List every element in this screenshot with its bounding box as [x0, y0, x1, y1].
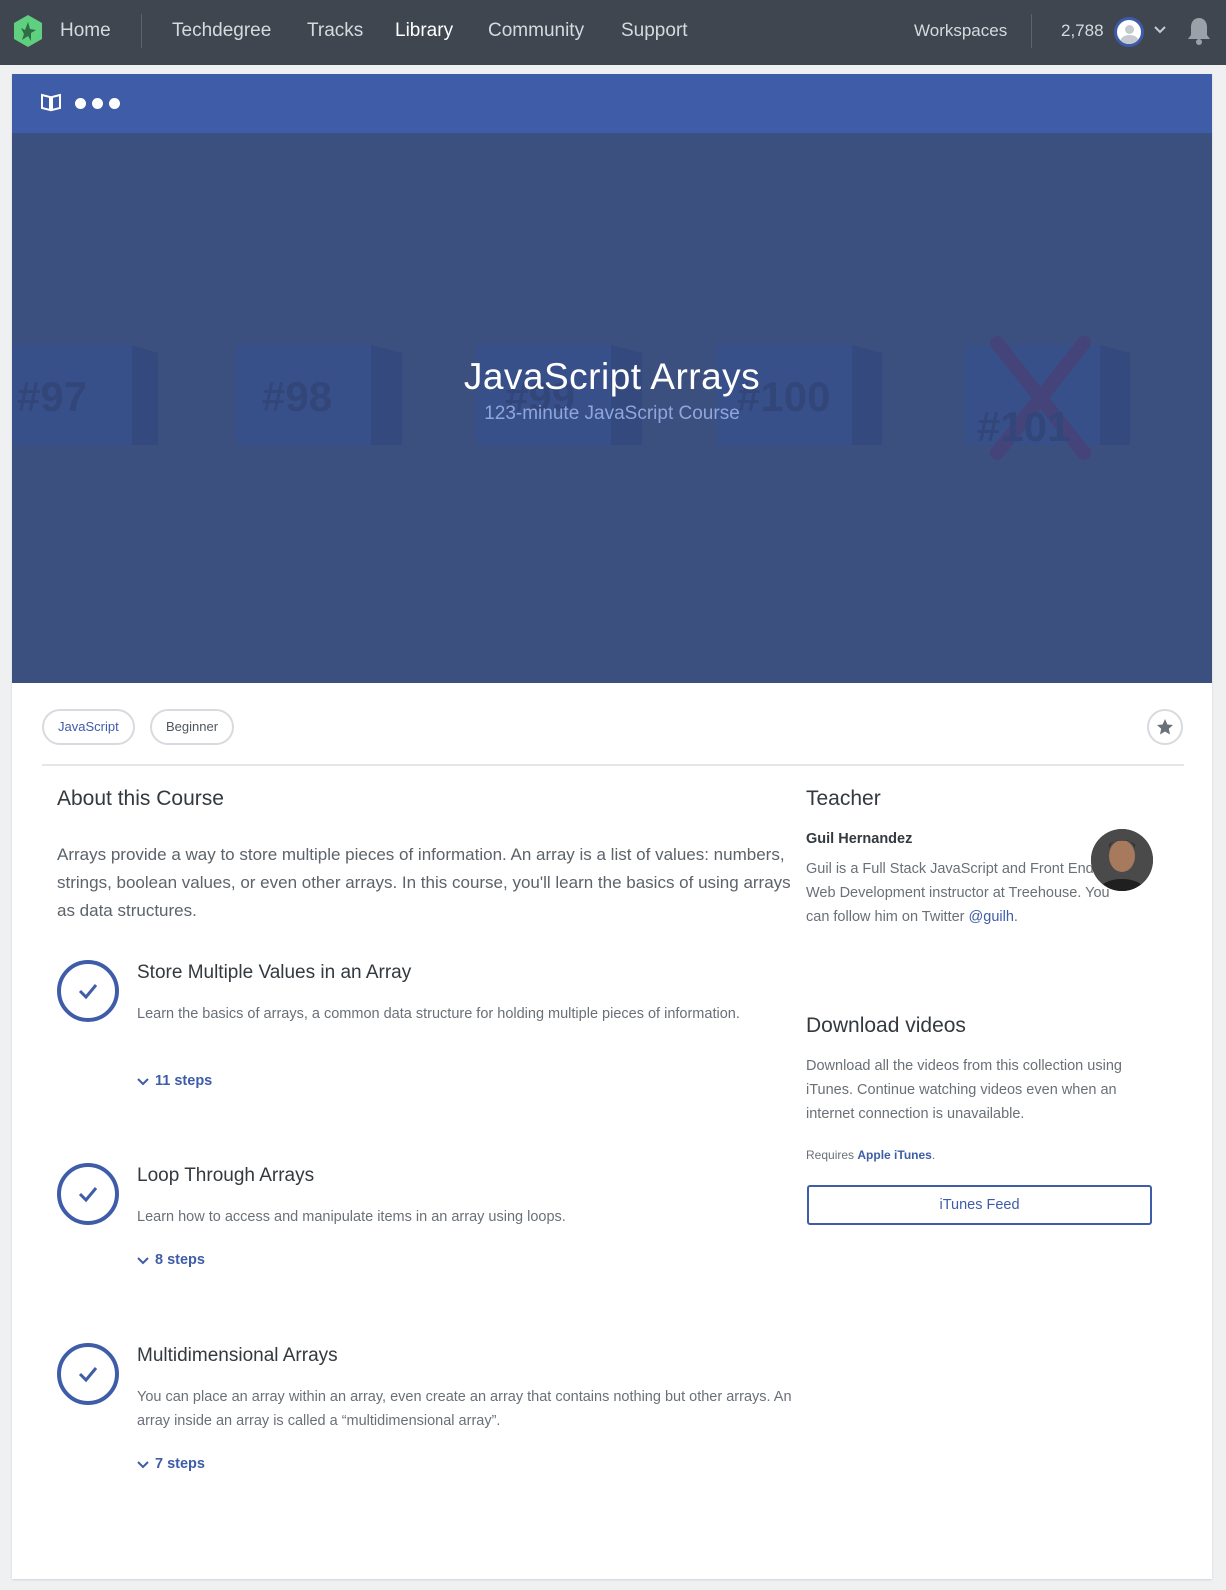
course-title: JavaScript Arrays — [463, 356, 761, 397]
nav-home[interactable]: Home — [60, 0, 111, 62]
stage-complete-badge[interactable] — [57, 1343, 119, 1405]
requires-label: Requires — [806, 1148, 855, 1162]
nav-workspaces[interactable]: Workspaces — [914, 0, 1007, 62]
course-subtitle: 123-minute JavaScript Course — [484, 403, 740, 424]
teacher-avatar[interactable] — [1091, 829, 1153, 891]
stage-item: Loop Through Arrays Learn how to access … — [57, 1163, 797, 1283]
stage-title[interactable]: Store Multiple Values in an Array — [137, 962, 411, 984]
stage-steps-count: 11 steps — [155, 1073, 213, 1089]
stage-description: Learn the basics of arrays, a common dat… — [137, 1006, 740, 1022]
course-hero: #97 #98 #99 #100 #101 JavaScript Arrays … — [12, 133, 1212, 683]
stage-complete-badge[interactable] — [57, 960, 119, 1022]
stage-title[interactable]: Loop Through Arrays — [137, 1165, 314, 1187]
about-text: Arrays provide a way to store multiple p… — [57, 845, 791, 920]
nav-support[interactable]: Support — [621, 0, 688, 62]
download-requirements: Requires Apple iTunes. — [806, 1148, 936, 1162]
teacher-bio-text: Guil is a Full Stack JavaScript and Fron… — [806, 861, 1110, 925]
section-divider — [42, 764, 1184, 766]
teacher-bio: Guil is a Full Stack JavaScript and Fron… — [806, 861, 1110, 925]
teacher-heading: Teacher — [806, 787, 881, 810]
user-avatar[interactable] — [1114, 17, 1144, 47]
stage-steps-toggle[interactable]: 11 steps — [137, 1073, 212, 1089]
check-icon — [78, 1187, 98, 1203]
nav-divider — [141, 14, 142, 48]
tag-level[interactable]: Beginner — [150, 709, 235, 745]
favorite-button[interactable] — [1147, 709, 1183, 745]
nav-community[interactable]: Community — [488, 0, 584, 62]
apple-itunes-link[interactable]: Apple iTunes — [857, 1148, 931, 1162]
download-heading: Download videos — [806, 1014, 966, 1037]
itunes-feed-button[interactable]: iTunes Feed — [807, 1185, 1152, 1225]
stage-description: Learn how to access and manipulate items… — [137, 1209, 566, 1225]
chevron-down-icon[interactable] — [1153, 25, 1167, 35]
book-icon[interactable] — [40, 92, 62, 112]
check-icon — [78, 984, 98, 1000]
stage-steps-count: 8 steps — [155, 1252, 205, 1268]
stage-steps-toggle[interactable]: 7 steps — [137, 1456, 205, 1472]
nav-techdegree[interactable]: Techdegree — [172, 0, 271, 62]
teacher-name[interactable]: Guil Hernandez — [806, 831, 912, 847]
chevron-down-icon — [137, 1077, 149, 1085]
bell-icon[interactable] — [1186, 16, 1212, 46]
chevron-down-icon — [137, 1256, 149, 1264]
stage-steps-toggle[interactable]: 8 steps — [137, 1252, 205, 1268]
about-heading: About this Course — [57, 787, 224, 810]
teacher-photo-art — [1091, 829, 1153, 891]
stage-complete-badge[interactable] — [57, 1163, 119, 1225]
hero-toolbar — [12, 74, 1212, 133]
stage-item: Multidimensional Arrays You can place an… — [57, 1343, 797, 1483]
points-count[interactable]: 2,788 — [1061, 0, 1104, 62]
teacher-twitter-link[interactable]: @guilh — [969, 909, 1014, 925]
stage-item: Store Multiple Values in an Array Learn … — [57, 960, 797, 1100]
nav-library[interactable]: Library — [395, 0, 453, 62]
check-icon — [78, 1367, 98, 1383]
more-dots-icon[interactable] — [75, 98, 120, 109]
top-nav: Home Techdegree Tracks Library Community… — [0, 0, 1226, 65]
tag-topic[interactable]: JavaScript — [42, 709, 135, 745]
chevron-down-icon — [137, 1460, 149, 1468]
treehouse-logo-icon[interactable] — [12, 14, 44, 48]
nav-tracks[interactable]: Tracks — [307, 0, 363, 62]
stage-description: You can place an array within an array, … — [137, 1389, 792, 1429]
stage-title[interactable]: Multidimensional Arrays — [137, 1345, 338, 1367]
download-text: Download all the videos from this collec… — [806, 1058, 1122, 1122]
stage-steps-count: 7 steps — [155, 1456, 205, 1472]
star-icon — [1157, 719, 1173, 735]
nav-divider — [1031, 14, 1032, 48]
